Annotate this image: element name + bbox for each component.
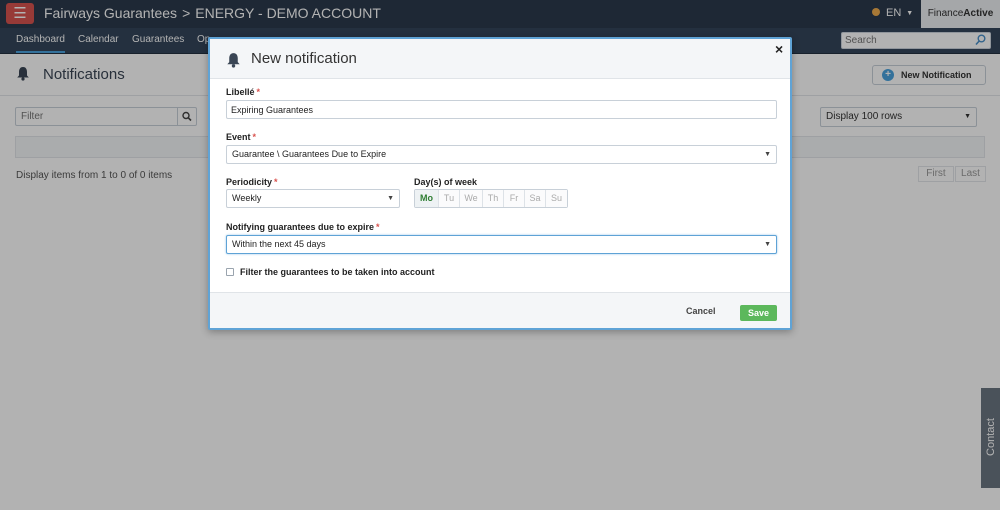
dialog-footer: Cancel Save [210, 292, 790, 328]
chevron-down-icon: ▼ [764, 241, 771, 248]
notifying-value: Within the next 45 days [232, 239, 326, 249]
filter-guarantees-label[interactable]: Filter the guarantees to be taken into a… [240, 267, 435, 277]
day-toggle-we[interactable]: We [460, 190, 483, 207]
day-toggle-th[interactable]: Th [483, 190, 504, 207]
save-button[interactable]: Save [740, 305, 777, 321]
periodicity-label: Periodicity * [226, 177, 278, 187]
event-label: Event * [226, 132, 257, 142]
cancel-button[interactable]: Cancel [686, 306, 716, 316]
required-marker: * [376, 222, 380, 232]
periodicity-value: Weekly [232, 193, 262, 203]
notifying-select[interactable]: Within the next 45 days ▼ [226, 235, 777, 254]
new-notification-dialog: New notification × Libellé* Event* Guara… [208, 37, 792, 330]
day-toggle-sa[interactable]: Sa [525, 190, 546, 207]
event-select[interactable]: Guarantee \ Guarantees Due to Expire ▼ [226, 145, 777, 164]
filter-guarantees-checkbox[interactable] [226, 268, 234, 276]
day-toggle-su[interactable]: Su [546, 190, 567, 207]
libelle-input[interactable] [226, 100, 777, 119]
required-marker: * [252, 132, 257, 142]
dialog-title: New notification [251, 50, 357, 67]
notifying-label: Notifying guarantees due to expire * [226, 222, 380, 232]
days-of-week-label: Day(s) of week [414, 177, 478, 187]
chevron-down-icon: ▼ [387, 195, 394, 202]
day-toggle-mo[interactable]: Mo [415, 190, 439, 207]
close-icon[interactable]: × [775, 42, 783, 56]
libelle-label: Libellé * [226, 87, 261, 97]
day-toggle-fr[interactable]: Fr [504, 190, 525, 207]
event-value: Guarantee \ Guarantees Due to Expire [232, 149, 387, 159]
required-marker: * [256, 87, 261, 97]
day-toggle-tu[interactable]: Tu [439, 190, 460, 207]
days-of-week-toggle-group: Mo Tu We Th Fr Sa Su [414, 189, 568, 208]
periodicity-select[interactable]: Weekly ▼ [226, 189, 400, 208]
chevron-down-icon: ▼ [764, 151, 771, 158]
required-marker: * [274, 177, 278, 187]
bell-icon [227, 53, 240, 68]
dialog-header: New notification × [210, 39, 790, 79]
